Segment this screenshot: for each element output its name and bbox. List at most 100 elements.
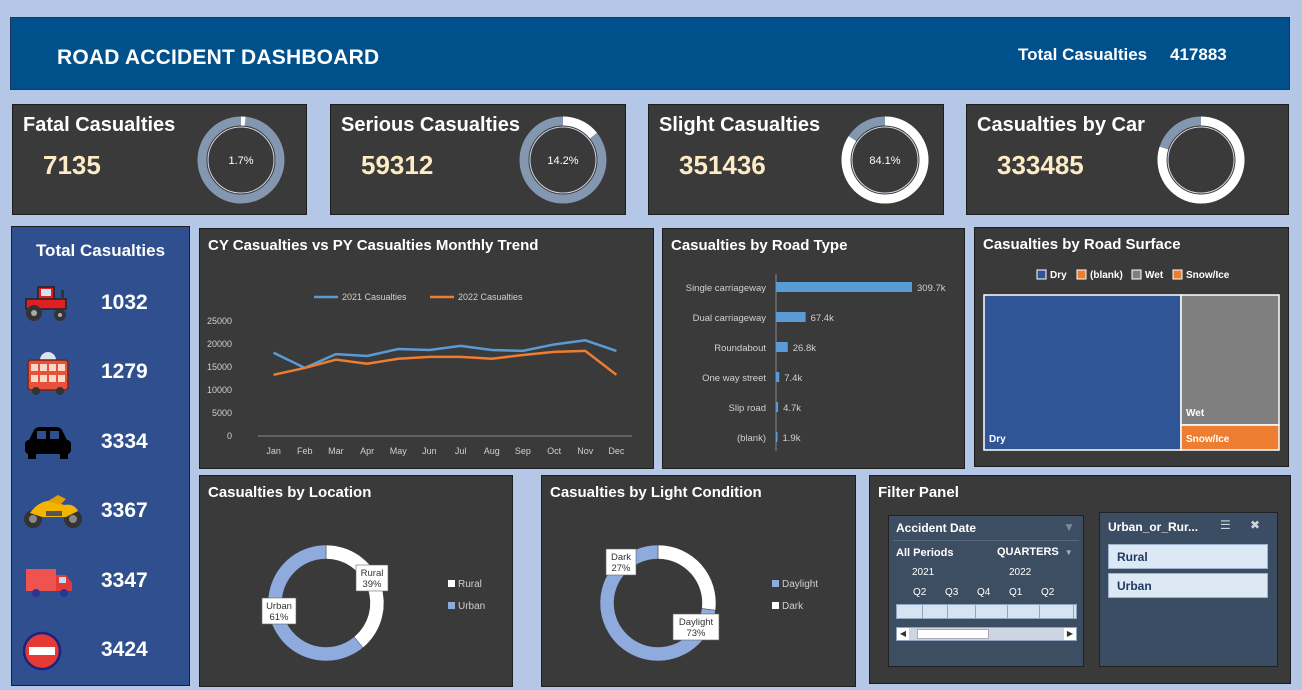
vehicle-value: 1279: [101, 360, 148, 383]
time-level-value: QUARTERS: [997, 546, 1059, 558]
vehicle-totals-panel: Total Casualties 1032 1279 3334 3367 334…: [11, 226, 190, 686]
truck-icon: [26, 569, 72, 597]
kpi-fatal: Fatal Casualties 7135 1.7%: [12, 104, 307, 215]
scroll-right-icon[interactable]: ▶: [1064, 628, 1076, 640]
slicer-title: Accident Date: [896, 521, 977, 535]
multi-select-icon[interactable]: ☰: [1220, 518, 1231, 532]
kpi-percent: 84.1%: [869, 155, 900, 167]
vehicle-row-bus: 1279: [12, 348, 189, 398]
x-tick-label: Mar: [328, 446, 344, 456]
quarter-label: Q2: [913, 587, 927, 598]
vehicle-totals-title: Total Casualties: [35, 241, 166, 260]
quarter-label: Q4: [977, 587, 991, 598]
vehicle-value: 3334: [101, 430, 148, 453]
legend-label: 2021 Casualties: [342, 292, 407, 302]
light-condition-donut-chart: Dark27% Daylight73% Daylight Dark: [599, 544, 818, 662]
filter-panel-title: Filter Panel: [878, 484, 959, 501]
total-casualties-label: Total Casualties: [1018, 45, 1148, 64]
legend-swatch: [772, 602, 779, 609]
x-tick-label: Sep: [515, 446, 531, 456]
kpi-slight: Slight Casualties 351436 84.1%: [648, 104, 944, 215]
bar: [776, 282, 912, 292]
x-tick-label: Nov: [577, 446, 594, 456]
x-tick-label: Aug: [484, 446, 500, 456]
kpi-title: Slight Casualties: [659, 114, 821, 136]
donut-slice: [325, 544, 385, 649]
svg-text:Dry: Dry: [989, 434, 1006, 445]
all-periods-label: All Periods: [896, 547, 954, 559]
svg-text:Snow/Ice: Snow/Ice: [1186, 434, 1230, 445]
clear-filter-icon[interactable]: ✖: [1250, 518, 1260, 532]
urban-rural-slicer[interactable]: Urban_or_Rur... ☰ ✖ Rural Urban: [1099, 512, 1278, 667]
slicer-option-urban[interactable]: Urban: [1108, 573, 1268, 598]
y-tick-label: 20000: [207, 339, 232, 349]
legend-label: Daylight: [782, 579, 818, 590]
dashboard-title: ROAD ACCIDENT DASHBOARD: [57, 46, 380, 69]
vehicle-row-truck: 3347: [12, 557, 189, 607]
time-level-dropdown[interactable]: QUARTERS ▼: [997, 546, 1073, 558]
slicer-option-rural[interactable]: Rural: [1108, 544, 1268, 569]
bar-value-label: 26.8k: [793, 343, 816, 354]
bar-value-label: 7.4k: [784, 373, 802, 384]
vehicle-row-tractor: 1032: [12, 279, 189, 329]
kpi-donut: 14.2%: [519, 116, 607, 204]
x-tick-label: Jul: [455, 446, 467, 456]
data-label: Urban61%: [261, 597, 297, 625]
kpi-title: Casualties by Car: [977, 114, 1145, 136]
timeline-bar[interactable]: [896, 604, 1077, 619]
kpi-donut: 1.7%: [197, 116, 285, 204]
data-label: Daylight73%: [672, 613, 720, 641]
treemap-dry: [983, 294, 1182, 451]
y-tick-label: 25000: [207, 316, 232, 326]
quarter-label: Q1: [1009, 587, 1023, 598]
location-panel: Casualties by Location Rural 39% Urban 61% R…: [199, 475, 513, 687]
x-tick-label: Jun: [422, 446, 437, 456]
vehicle-row-car: 3334: [12, 418, 189, 468]
kpi-title: Fatal Casualties: [23, 114, 176, 136]
scrollbar-thumb[interactable]: [917, 629, 989, 639]
category-label: One way street: [702, 373, 766, 384]
kpi-percent: 14.2%: [547, 155, 578, 167]
donut-slice: [657, 544, 717, 611]
legend-swatch: [448, 602, 455, 609]
svg-text:73%: 73%: [686, 628, 706, 639]
kpi-value: 59312: [361, 150, 434, 180]
data-label: Dark27%: [605, 548, 637, 576]
category-label: Roundabout: [714, 343, 766, 354]
clear-filter-icon[interactable]: ▼: [1063, 520, 1075, 534]
legend-label: Urban: [458, 601, 485, 612]
x-tick-label: May: [390, 446, 408, 456]
x-tick-label: Oct: [547, 446, 562, 456]
svg-text:Rural: Rural: [361, 568, 384, 579]
treemap-legend: Dry (blank) Wet Snow/Ice: [1036, 269, 1230, 281]
kpi-value: 7135: [43, 150, 101, 180]
chevron-down-icon: ▼: [1064, 548, 1073, 557]
treemap-wet: [1180, 294, 1280, 426]
accident-date-slicer[interactable]: Accident Date ▼ All Periods QUARTERS ▼ 2…: [888, 515, 1084, 667]
kpi-car: Casualties by Car 333485: [966, 104, 1289, 215]
bus-icon: [27, 352, 69, 395]
filter-panel: Filter Panel Accident Date ▼ All Periods…: [869, 475, 1291, 684]
svg-text:(blank): (blank): [1090, 270, 1123, 281]
vehicle-row-other: 3424: [12, 626, 189, 676]
road-surface-panel: Casualties by Road Surface Dry (blank) W…: [974, 227, 1289, 467]
road-type-panel: Casualties by Road Type Single carriagew…: [662, 228, 965, 469]
legend-swatch: [448, 580, 455, 587]
bar-value-label: 1.9k: [783, 433, 801, 444]
vehicle-value: 1032: [101, 291, 148, 314]
legend-label: Dark: [782, 601, 804, 612]
category-label: Slip road: [729, 403, 767, 414]
bar: [776, 342, 788, 352]
car-icon: [25, 427, 71, 459]
svg-text:Wet: Wet: [1145, 270, 1164, 281]
legend-label: Rural: [458, 579, 482, 590]
scroll-left-icon[interactable]: ◀: [897, 628, 909, 640]
bar: [776, 372, 780, 382]
timeline-scrollbar[interactable]: ◀ ▶: [896, 627, 1077, 641]
kpi-donut: [1157, 116, 1245, 204]
y-tick-label: 5000: [212, 408, 232, 418]
data-label: Rural39%: [355, 564, 389, 592]
monthly-trend-chart: 0 5000 10000 15000 20000 25000 Jan Feb Mar Apr May…: [207, 292, 632, 456]
svg-text:Dark: Dark: [611, 552, 631, 563]
x-tick-label: Feb: [297, 446, 313, 456]
